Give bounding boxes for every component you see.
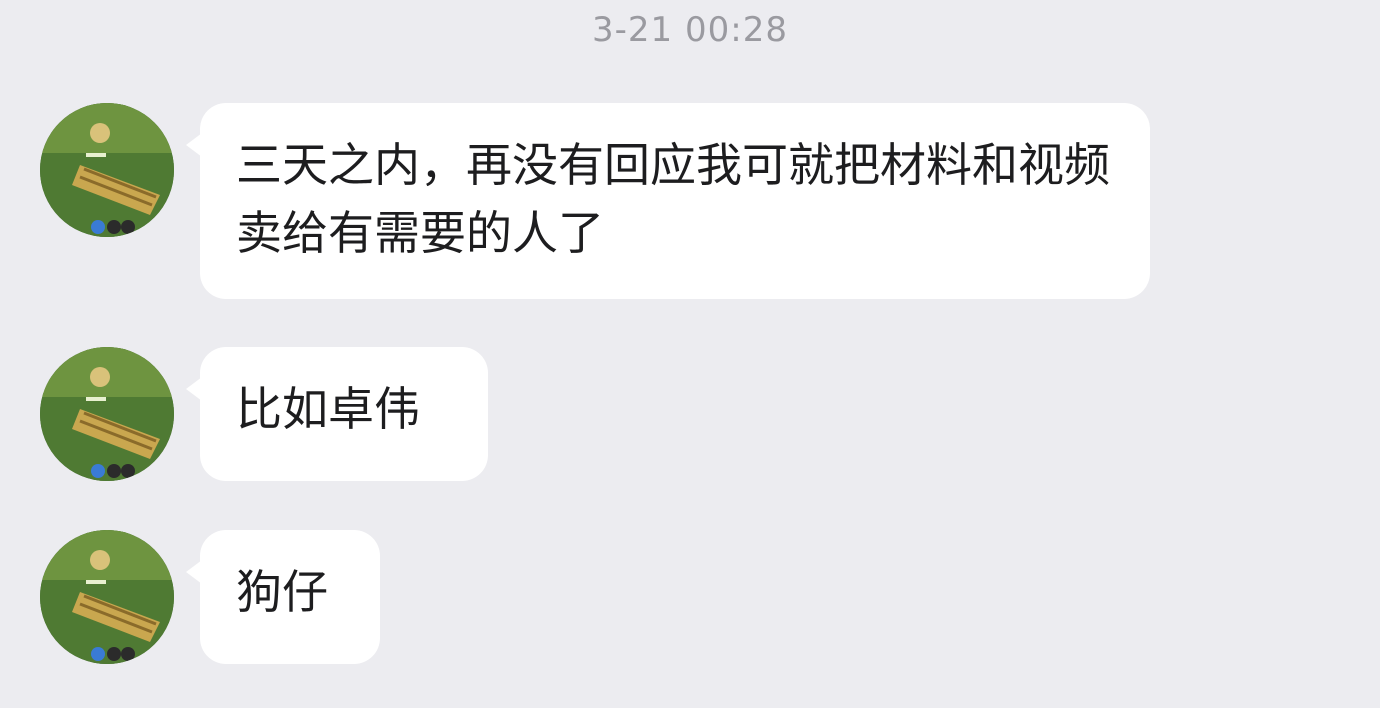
game-avatar-icon	[40, 530, 174, 664]
message-text: 狗仔	[236, 565, 328, 619]
game-avatar-icon	[40, 103, 174, 237]
message-text: 三天之内，再没有回应我可就把材料和视频卖给有需要的人了	[236, 138, 1110, 260]
contact-avatar[interactable]	[40, 530, 174, 664]
contact-avatar[interactable]	[40, 103, 174, 237]
contact-avatar[interactable]	[40, 347, 174, 481]
message-bubble[interactable]: 三天之内，再没有回应我可就把材料和视频卖给有需要的人了	[186, 103, 1150, 299]
chat-timestamp: 3-21 00:28	[592, 10, 788, 50]
message-text: 比如卓伟	[236, 382, 420, 436]
message-bubble[interactable]: 比如卓伟	[186, 347, 488, 481]
message-bubble[interactable]: 狗仔	[186, 530, 380, 664]
game-avatar-icon	[40, 347, 174, 481]
